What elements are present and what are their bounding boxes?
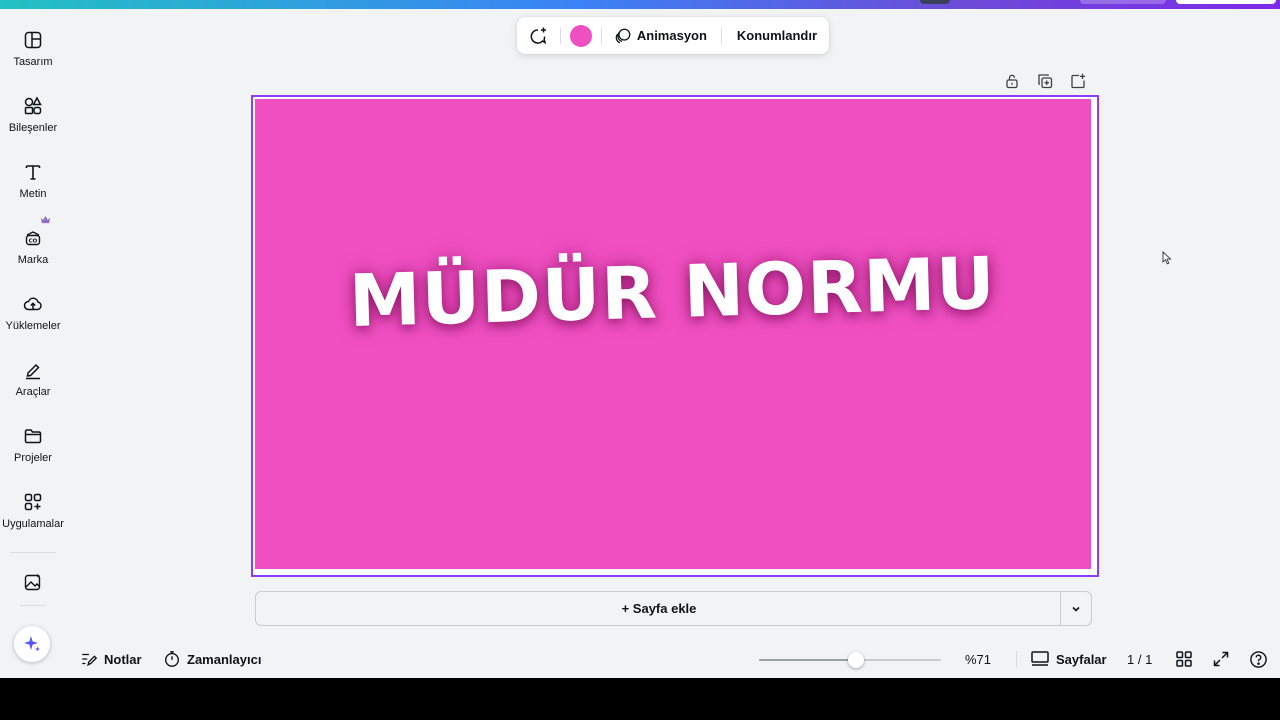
svg-text:CO: CO xyxy=(29,239,38,245)
notes-button[interactable]: Notlar xyxy=(80,640,142,678)
left-sidebar: Tasarım Bileşenler Metin CO Marka Yüklem… xyxy=(0,9,66,678)
sidebar-item-label: Araçlar xyxy=(15,386,51,398)
top-header-strip xyxy=(0,0,1280,9)
comment-button[interactable] xyxy=(521,17,556,54)
chevron-down-icon xyxy=(1072,606,1080,612)
sidebar-item-design[interactable]: Tasarım xyxy=(0,18,66,78)
zoom-value: %71 xyxy=(965,651,992,667)
zoom-percentage[interactable]: %71 xyxy=(965,640,991,678)
bottom-toolbar: Notlar Zamanlayıcı %71 Sayfalar 1 / 1 xyxy=(66,640,1280,678)
sidebar-item-image-generator[interactable] xyxy=(0,560,66,600)
magic-assistant-button[interactable] xyxy=(14,626,50,662)
add-page-icon xyxy=(1071,73,1086,89)
pages-button[interactable]: Sayfalar xyxy=(1030,640,1107,678)
sidebar-item-brand[interactable]: CO Marka xyxy=(0,215,66,276)
pages-label: Sayfalar xyxy=(1056,651,1107,667)
sidebar-item-text[interactable]: Metin xyxy=(0,150,66,210)
sidebar-item-elements[interactable]: Bileşenler xyxy=(0,84,66,144)
sidebar-item-label: Tasarım xyxy=(13,56,53,68)
expand-icon xyxy=(1213,651,1229,667)
grid-icon xyxy=(1176,651,1192,667)
element-toolbar: Animasyon Konumlandır xyxy=(517,17,829,54)
timer-button[interactable]: Zamanlayıcı xyxy=(163,640,261,678)
zoom-slider-thumb[interactable] xyxy=(847,652,864,668)
sidebar-item-label: Marka xyxy=(17,254,49,266)
notes-label: Notlar xyxy=(104,651,142,667)
help-button[interactable] xyxy=(1249,640,1274,678)
position-label: Konumlandır xyxy=(736,28,818,43)
add-comment-icon xyxy=(530,27,547,44)
page-counter[interactable]: 1 / 1 xyxy=(1127,640,1152,678)
add-page-button[interactable]: + Sayfa ekle xyxy=(255,591,1062,626)
mouse-cursor-icon xyxy=(1162,251,1172,265)
bottom-divider xyxy=(1016,651,1017,667)
sparkle-icon xyxy=(24,636,40,652)
duplicate-icon xyxy=(1038,74,1053,89)
position-button[interactable]: Konumlandır xyxy=(722,17,829,54)
animation-icon xyxy=(615,28,631,43)
canvas-heading-text[interactable]: MÜDÜR NORMU xyxy=(348,241,997,343)
add-page-label: + Sayfa ekle xyxy=(621,601,697,616)
design-canvas[interactable]: MÜDÜR NORMU xyxy=(255,99,1091,569)
sidebar-divider xyxy=(10,552,56,553)
sidebar-item-label: Bileşenler xyxy=(8,122,58,134)
grid-view-button[interactable] xyxy=(1175,640,1199,678)
add-page-icon-button[interactable] xyxy=(1068,71,1088,91)
crown-icon xyxy=(40,215,51,224)
zoom-slider-fill xyxy=(759,659,856,661)
color-swatch xyxy=(569,24,592,47)
upload-icon xyxy=(23,297,42,311)
brand-icon: CO xyxy=(25,231,41,246)
fullscreen-button[interactable] xyxy=(1212,640,1236,678)
page-actions xyxy=(1002,71,1088,91)
letterbox-bar xyxy=(0,678,1280,720)
zoom-slider[interactable] xyxy=(759,652,941,668)
animate-button[interactable]: Animasyon xyxy=(602,17,721,54)
timer-icon xyxy=(165,651,179,667)
folder-icon xyxy=(24,429,42,444)
duplicate-page-button[interactable] xyxy=(1035,71,1055,91)
sidebar-divider xyxy=(20,605,46,606)
sidebar-item-apps[interactable]: Uygulamalar xyxy=(0,480,66,540)
add-page-dropdown[interactable] xyxy=(1060,591,1092,626)
elements-icon xyxy=(24,96,42,115)
pages-icon xyxy=(1031,651,1049,666)
sidebar-item-uploads[interactable]: Yüklemeler xyxy=(0,282,66,342)
sidebar-item-label: Uygulamalar xyxy=(2,518,64,530)
help-icon xyxy=(1250,650,1267,668)
animate-label: Animasyon xyxy=(636,28,707,43)
sidebar-item-tools[interactable]: Araçlar xyxy=(0,348,66,408)
page-count: 1 / 1 xyxy=(1127,651,1153,667)
editor-app: Tasarım Bileşenler Metin CO Marka Yüklem… xyxy=(0,0,1280,678)
sidebar-item-label: Metin xyxy=(19,188,47,200)
sidebar-item-label: Projeler xyxy=(14,452,52,464)
notes-icon xyxy=(82,653,98,667)
sidebar-item-projects[interactable]: Projeler xyxy=(0,414,66,474)
sidebar-item-label: Yüklemeler xyxy=(5,320,61,332)
lock-page-button[interactable] xyxy=(1002,71,1022,91)
draw-icon xyxy=(26,363,40,380)
magic-image-icon xyxy=(24,573,41,591)
apps-icon xyxy=(24,493,42,511)
design-page-selection[interactable]: MÜDÜR NORMU xyxy=(251,95,1099,577)
design-icon xyxy=(24,31,42,49)
text-icon xyxy=(25,165,41,180)
lock-icon xyxy=(1006,74,1018,89)
timer-label: Zamanlayıcı xyxy=(187,651,262,667)
background-color-button[interactable] xyxy=(561,17,601,54)
